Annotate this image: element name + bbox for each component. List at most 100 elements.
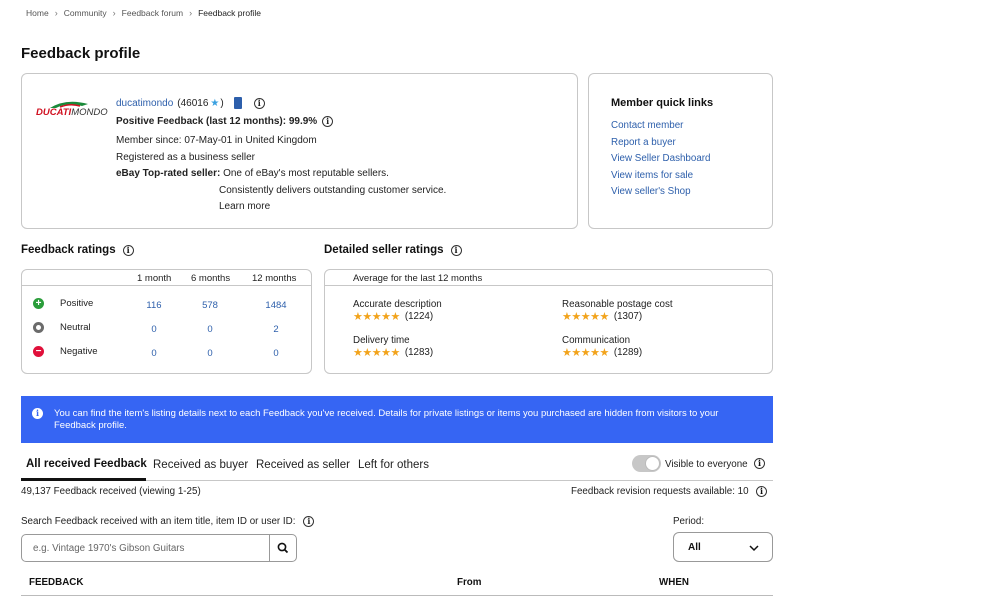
feedback-ratings-title: Feedback ratings — [21, 244, 116, 256]
detailed-subtitle: Average for the last 12 months — [353, 273, 483, 284]
dsr-communication-label: Communication — [562, 335, 631, 346]
col-6-months: 6 months — [191, 273, 231, 284]
search-icon — [277, 542, 289, 554]
search-label-row: Search Feedback received with an item ti… — [21, 516, 315, 527]
divider — [22, 285, 311, 286]
search-input[interactable] — [21, 534, 270, 562]
phone-badge-icon — [233, 97, 242, 109]
info-icon[interactable]: i — [122, 244, 134, 256]
star-rating-icon: ★★★★★ — [353, 347, 400, 359]
search-button[interactable] — [269, 534, 297, 562]
negative-12-months[interactable]: 0 — [256, 348, 296, 359]
toggle-knob — [645, 456, 660, 471]
table-header-divider — [21, 595, 773, 596]
active-tab-indicator — [21, 478, 146, 481]
tab-received-as-buyer[interactable]: Received as buyer — [153, 459, 248, 471]
top-rated-label: eBay Top-rated seller: — [116, 168, 221, 179]
star-icon: ★ — [210, 97, 220, 109]
breadcrumb-feedback-forum[interactable]: Feedback forum — [122, 8, 183, 18]
top-rated-text: One of eBay's most reputable sellers. — [223, 168, 389, 179]
positive-1-month[interactable]: 116 — [134, 300, 174, 311]
breadcrumb-current: Feedback profile — [198, 8, 261, 18]
info-icon[interactable]: i — [303, 516, 315, 527]
detailed-ratings-title: Detailed seller ratings — [324, 244, 444, 256]
tab-received-as-seller[interactable]: Received as seller — [256, 459, 350, 471]
info-icon[interactable]: i — [253, 97, 265, 109]
neutral-1-month[interactable]: 0 — [134, 324, 174, 335]
seller-name-row: ducatimondo (46016 ★) i — [116, 97, 265, 109]
page-title: Feedback profile — [21, 45, 141, 62]
seller-logo: DUCATIMONDO — [36, 98, 108, 120]
positive-feedback-percent: Positive Feedback (last 12 months): 99.9… — [116, 116, 318, 127]
positive-feedback-row: Positive Feedback (last 12 months): 99.9… — [116, 116, 334, 127]
feedback-ratings-card: 1 month 6 months 12 months + Positive 11… — [21, 269, 312, 374]
negative-label: Negative — [60, 346, 98, 357]
divider — [325, 285, 772, 286]
revision-requests-available: Feedback revision requests available: 10 — [571, 486, 749, 497]
seller-dashboard-link[interactable]: View Seller Dashboard — [611, 153, 710, 164]
positive-12-months[interactable]: 1484 — [256, 300, 296, 311]
registered-as: Registered as a business seller — [116, 152, 255, 163]
neutral-6-months[interactable]: 0 — [190, 324, 230, 335]
positive-label: Positive — [60, 298, 94, 309]
star-rating-icon: ★★★★★ — [562, 311, 609, 323]
positive-6-months[interactable]: 578 — [190, 300, 230, 311]
dsr-count[interactable]: (1283) — [405, 347, 433, 358]
dsr-postage-cost-rating: ★★★★★ (1307) — [562, 310, 642, 323]
learn-more-link[interactable]: Learn more — [219, 201, 270, 212]
visibility-toggle[interactable] — [632, 455, 661, 472]
quick-links-title: Member quick links — [611, 97, 714, 109]
period-select[interactable]: All — [673, 532, 773, 562]
star-rating-icon: ★★★★★ — [562, 347, 609, 359]
profile-card: DUCATIMONDO ducatimondo (46016 ★) i Posi… — [21, 73, 578, 229]
top-rated-text-2: Consistently delivers outstanding custom… — [219, 185, 447, 196]
neutral-12-months[interactable]: 2 — [256, 324, 296, 335]
seller-username[interactable]: ducatimondo — [116, 98, 173, 109]
chevron-right-icon: › — [189, 8, 193, 18]
dsr-count[interactable]: (1307) — [614, 311, 642, 322]
col-header-when: WHEN — [659, 577, 689, 588]
info-icon[interactable]: i — [322, 116, 334, 127]
tab-all-received[interactable]: All received Feedback — [26, 458, 147, 470]
chevron-right-icon: › — [112, 8, 116, 18]
positive-icon: + — [33, 298, 44, 309]
negative-1-month[interactable]: 0 — [134, 348, 174, 359]
member-since: Member since: 07-May-01 in United Kingdo… — [116, 135, 317, 146]
negative-6-months[interactable]: 0 — [190, 348, 230, 359]
seller-score: (46016 — [177, 97, 209, 109]
breadcrumb-community[interactable]: Community — [64, 8, 107, 18]
col-12-months: 12 months — [252, 273, 297, 284]
dsr-count[interactable]: (1289) — [614, 347, 642, 358]
feedback-ratings-heading: Feedback ratings i — [21, 244, 134, 256]
dsr-delivery-time-rating: ★★★★★ (1283) — [353, 346, 433, 359]
dsr-delivery-time-label: Delivery time — [353, 335, 410, 346]
detailed-ratings-card: Average for the last 12 months Accurate … — [324, 269, 773, 374]
info-icon[interactable]: i — [754, 458, 765, 469]
dsr-accurate-description-rating: ★★★★★ (1224) — [353, 310, 433, 323]
contact-member-link[interactable]: Contact member — [611, 120, 683, 131]
tab-left-for-others[interactable]: Left for others — [358, 459, 429, 471]
col-1-month: 1 month — [137, 273, 172, 284]
report-buyer-link[interactable]: Report a buyer — [611, 137, 676, 148]
dsr-count[interactable]: (1224) — [405, 311, 433, 322]
sellers-shop-link[interactable]: View seller's Shop — [611, 186, 691, 197]
neutral-icon — [33, 322, 44, 333]
breadcrumb-home[interactable]: Home — [26, 8, 49, 18]
top-rated-row: eBay Top-rated seller: One of eBay's mos… — [116, 168, 389, 179]
info-icon[interactable]: i — [756, 486, 767, 497]
dsr-communication-rating: ★★★★★ (1289) — [562, 346, 642, 359]
items-for-sale-link[interactable]: View items for sale — [611, 170, 693, 181]
seller-score-close: ) — [220, 97, 224, 109]
chevron-right-icon: › — [54, 8, 58, 18]
breadcrumb: Home › Community › Feedback forum › Feed… — [26, 8, 261, 18]
info-icon[interactable]: i — [450, 244, 462, 256]
negative-icon: − — [33, 346, 44, 357]
dsr-accurate-description-label: Accurate description — [353, 299, 442, 310]
period-label: Period: — [673, 516, 705, 527]
visible-to-everyone-label: Visible to everyone — [665, 459, 748, 470]
banner-text: You can find the item's listing details … — [54, 408, 719, 431]
search-label: Search Feedback received with an item ti… — [21, 516, 296, 527]
dsr-postage-cost-label: Reasonable postage cost — [562, 299, 673, 310]
logo-text-ducati: DUCATI — [36, 107, 72, 118]
feedback-received-count: 49,137 Feedback received (viewing 1-25) — [21, 486, 201, 497]
